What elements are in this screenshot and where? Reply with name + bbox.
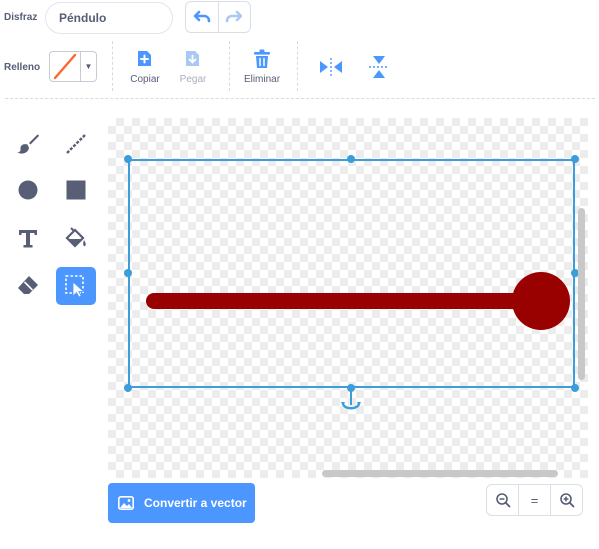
eraser-icon bbox=[18, 276, 38, 294]
flip-vertical-icon bbox=[369, 56, 389, 78]
fill-color-picker[interactable]: ▼ bbox=[49, 51, 97, 82]
flip-horizontal-icon bbox=[320, 58, 342, 76]
image-icon bbox=[118, 496, 134, 510]
redo-button[interactable] bbox=[217, 2, 251, 32]
brush-tool-button[interactable] bbox=[8, 125, 48, 163]
paste-label: Pegar bbox=[179, 74, 207, 85]
circle-icon bbox=[18, 180, 38, 200]
redo-icon bbox=[225, 10, 243, 23]
costume-name-input[interactable] bbox=[45, 2, 173, 34]
zoom-in-button[interactable] bbox=[550, 485, 582, 515]
trash-icon bbox=[254, 49, 270, 68]
circle-tool-button[interactable] bbox=[8, 171, 48, 209]
fill-tool-button[interactable] bbox=[56, 219, 96, 257]
resize-handle-bottom-right[interactable] bbox=[571, 384, 579, 392]
toolbar-divider bbox=[112, 41, 113, 91]
selection-bounding-box[interactable] bbox=[128, 159, 575, 388]
fill-swatch-line-icon bbox=[53, 53, 77, 80]
undo-redo-group bbox=[185, 1, 251, 33]
zoom-in-icon bbox=[559, 493, 574, 508]
eraser-tool-button[interactable] bbox=[8, 267, 48, 305]
rotate-handle-icon[interactable] bbox=[340, 390, 362, 414]
resize-handle-top-right[interactable] bbox=[571, 155, 579, 163]
undo-button[interactable] bbox=[186, 2, 218, 32]
zoom-controls: = bbox=[486, 484, 583, 516]
select-tool-button[interactable] bbox=[56, 267, 96, 305]
flip-vertical-button[interactable] bbox=[368, 55, 390, 79]
delete-label: Eliminar bbox=[243, 74, 281, 85]
select-icon bbox=[65, 275, 85, 298]
toolbar-bottom-divider bbox=[5, 98, 595, 99]
delete-button[interactable]: Eliminar bbox=[240, 49, 284, 85]
toolbar-divider bbox=[229, 41, 230, 91]
flip-horizontal-button[interactable] bbox=[319, 57, 343, 77]
line-icon bbox=[66, 134, 86, 154]
costume-label: Disfraz bbox=[4, 12, 38, 23]
fill-color-swatch[interactable] bbox=[50, 52, 81, 81]
horizontal-scrollbar[interactable] bbox=[322, 470, 558, 477]
convert-label: Convertir a vector bbox=[144, 496, 247, 510]
paste-button[interactable]: Pegar bbox=[176, 49, 210, 85]
zoom-out-button[interactable] bbox=[487, 485, 518, 515]
zoom-reset-button[interactable]: = bbox=[518, 485, 550, 515]
resize-handle-top-left[interactable] bbox=[124, 155, 132, 163]
fill-dropdown-arrow[interactable]: ▼ bbox=[81, 52, 96, 81]
convert-to-vector-button[interactable]: Convertir a vector bbox=[108, 483, 255, 523]
fill-bucket-icon bbox=[65, 227, 86, 248]
rectangle-icon bbox=[66, 180, 86, 200]
zoom-out-icon bbox=[495, 493, 510, 508]
toolbar-divider bbox=[297, 41, 298, 91]
paste-icon bbox=[186, 51, 199, 66]
rectangle-tool-button[interactable] bbox=[56, 171, 96, 209]
resize-handle-top[interactable] bbox=[347, 155, 355, 163]
copy-label: Copiar bbox=[130, 74, 160, 85]
fill-label: Relleno bbox=[4, 62, 41, 73]
text-tool-button[interactable] bbox=[8, 219, 48, 257]
resize-handle-left[interactable] bbox=[124, 269, 132, 277]
resize-handle-bottom-left[interactable] bbox=[124, 384, 132, 392]
copy-icon bbox=[138, 51, 151, 66]
undo-icon bbox=[193, 10, 211, 23]
line-tool-button[interactable] bbox=[56, 125, 96, 163]
copy-button[interactable]: Copiar bbox=[128, 49, 162, 85]
text-icon bbox=[19, 230, 37, 248]
vertical-scrollbar[interactable] bbox=[578, 208, 585, 380]
brush-icon bbox=[17, 134, 39, 154]
